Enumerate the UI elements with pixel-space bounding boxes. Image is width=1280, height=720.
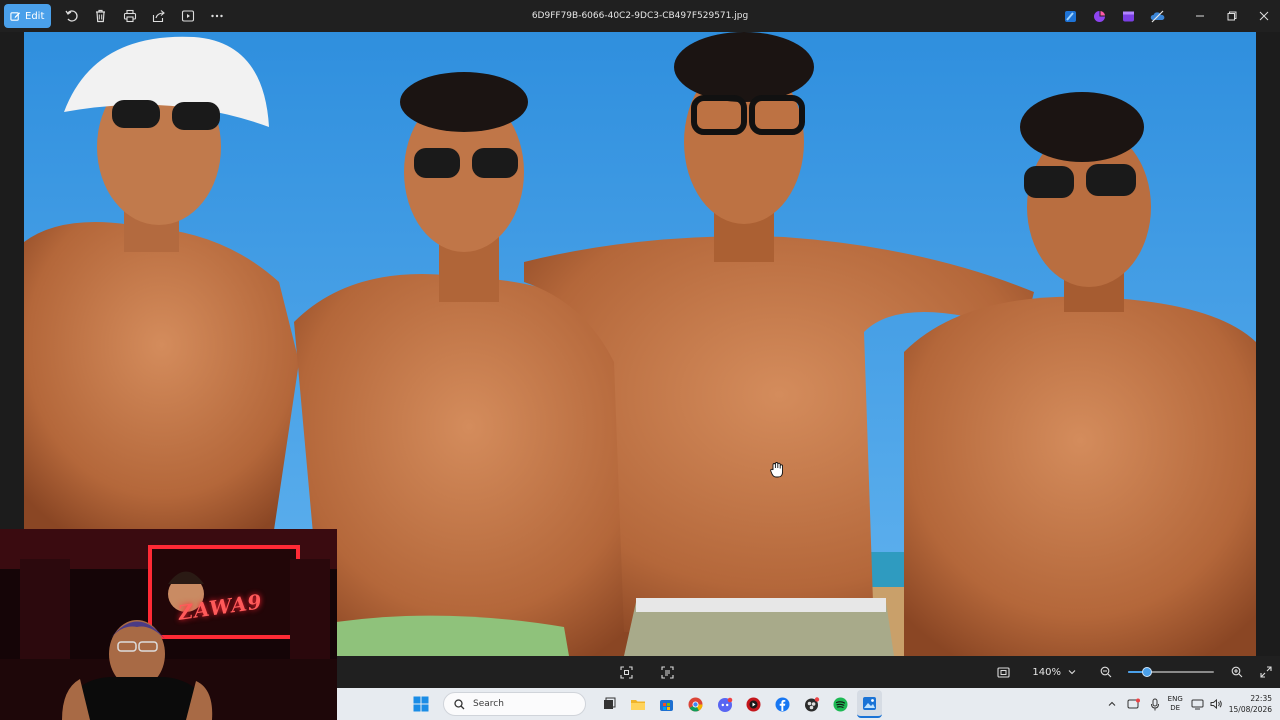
- edit-button[interactable]: Edit: [4, 4, 52, 28]
- edit-label: Edit: [25, 10, 45, 22]
- rotate-icon: [65, 10, 78, 22]
- task-view-button[interactable]: [596, 690, 621, 718]
- language-code: ENG: [1167, 695, 1183, 703]
- webcam-scene: [0, 529, 337, 720]
- person-1: [24, 36, 299, 530]
- windows-start-icon: [413, 696, 428, 712]
- actual-size-button[interactable]: [989, 658, 1018, 686]
- tray-app-icon[interactable]: [1127, 698, 1140, 710]
- clock-time: 22:35: [1250, 694, 1272, 703]
- viewer-bottom-bar: 140%: [337, 656, 1280, 688]
- file-info-button[interactable]: [653, 658, 682, 686]
- zoom-slider[interactable]: [1128, 665, 1214, 679]
- discord-icon: [717, 697, 732, 712]
- delete-button[interactable]: [86, 2, 115, 30]
- taskbar-discord[interactable]: [712, 690, 737, 718]
- taskbar-search-box[interactable]: Search: [443, 692, 586, 716]
- fullscreen-button[interactable]: [1251, 658, 1280, 686]
- search-placeholder: Search: [473, 699, 504, 709]
- clock-date: 15/08/2026: [1228, 705, 1272, 714]
- zoom-slider-thumb[interactable]: [1142, 667, 1152, 677]
- keyboard-layout: DE: [1170, 704, 1181, 712]
- zoom-out-button[interactable]: [1091, 658, 1120, 686]
- taskbar-obs[interactable]: [799, 690, 824, 718]
- photos-editor-icon: [1065, 10, 1076, 22]
- print-button[interactable]: [115, 2, 144, 30]
- slideshow-icon: [181, 10, 194, 22]
- facebook-icon: [775, 697, 790, 711]
- zoom-in-button[interactable]: [1222, 658, 1251, 686]
- store-icon: [660, 699, 673, 711]
- hand-cursor-icon: [770, 462, 783, 478]
- task-view-icon: [603, 697, 615, 709]
- onedrive-icon: [1150, 10, 1165, 22]
- fit-to-window-button[interactable]: [612, 658, 641, 686]
- taskbar-store[interactable]: [654, 690, 679, 718]
- chevron-down-icon[interactable]: [1067, 667, 1077, 677]
- microphone-icon[interactable]: [1150, 698, 1160, 711]
- slideshow-button[interactable]: [173, 2, 202, 30]
- taskbar-file-explorer[interactable]: [625, 690, 650, 718]
- video-editor-icon: [1123, 11, 1134, 21]
- media-player-icon: [746, 697, 761, 711]
- system-tray: ENG DE 22:35 15/08/2026: [1107, 688, 1280, 720]
- taskbar-chrome[interactable]: [683, 690, 708, 718]
- windows-taskbar: Search ENG DE 22:35 15/08/2026: [337, 688, 1280, 720]
- search-icon: [454, 698, 465, 709]
- fullscreen-icon: [1259, 666, 1272, 678]
- share-button[interactable]: [144, 2, 173, 30]
- photos-editor-button[interactable]: [1056, 2, 1085, 30]
- fit-icon: [620, 665, 633, 679]
- info-icon: [661, 665, 674, 679]
- obs-icon: [804, 696, 819, 711]
- rotate-button[interactable]: [57, 2, 86, 30]
- chrome-icon: [688, 697, 703, 711]
- restore-button[interactable]: [1216, 0, 1248, 32]
- minimize-button[interactable]: [1184, 0, 1216, 32]
- zoom-level[interactable]: 140%: [1032, 667, 1061, 678]
- zoom-out-icon: [1100, 666, 1111, 678]
- close-icon: [1259, 11, 1269, 21]
- print-icon: [123, 9, 136, 23]
- clipchamp-button[interactable]: [1085, 2, 1114, 30]
- close-button[interactable]: [1248, 0, 1280, 32]
- keyboard-language[interactable]: ENG DE: [1168, 695, 1183, 713]
- photos-icon: [863, 696, 876, 710]
- taskbar-photos-active[interactable]: [857, 690, 882, 718]
- taskbar-media-player[interactable]: [741, 690, 766, 718]
- restore-icon: [1227, 11, 1237, 21]
- network-icon[interactable]: [1191, 698, 1204, 710]
- spotify-icon: [833, 697, 848, 711]
- zoom-in-icon: [1231, 666, 1242, 678]
- more-icon: [211, 14, 223, 18]
- file-explorer-icon: [630, 700, 645, 710]
- taskbar-facebook[interactable]: [770, 690, 795, 718]
- share-icon: [152, 10, 165, 23]
- video-editor-button[interactable]: [1114, 2, 1143, 30]
- viewer-toolbar: Edit 6D9FF79B-6066-40C2-9DC3-CB497F52957…: [0, 0, 1280, 32]
- taskbar-spotify[interactable]: [828, 690, 853, 718]
- onedrive-button[interactable]: [1143, 2, 1172, 30]
- delete-icon: [96, 9, 106, 23]
- actual-size-icon: [997, 666, 1010, 678]
- start-button[interactable]: [408, 690, 433, 718]
- minimize-icon: [1196, 15, 1204, 17]
- clipchamp-icon: [1094, 10, 1105, 22]
- chevron-up-icon[interactable]: [1107, 699, 1117, 709]
- volume-icon[interactable]: [1210, 698, 1223, 710]
- webcam-overlay: ZAWA9: [0, 529, 337, 720]
- edit-pencil-icon: [10, 11, 21, 21]
- more-button[interactable]: [202, 2, 231, 30]
- clock[interactable]: 22:35 15/08/2026: [1229, 693, 1272, 715]
